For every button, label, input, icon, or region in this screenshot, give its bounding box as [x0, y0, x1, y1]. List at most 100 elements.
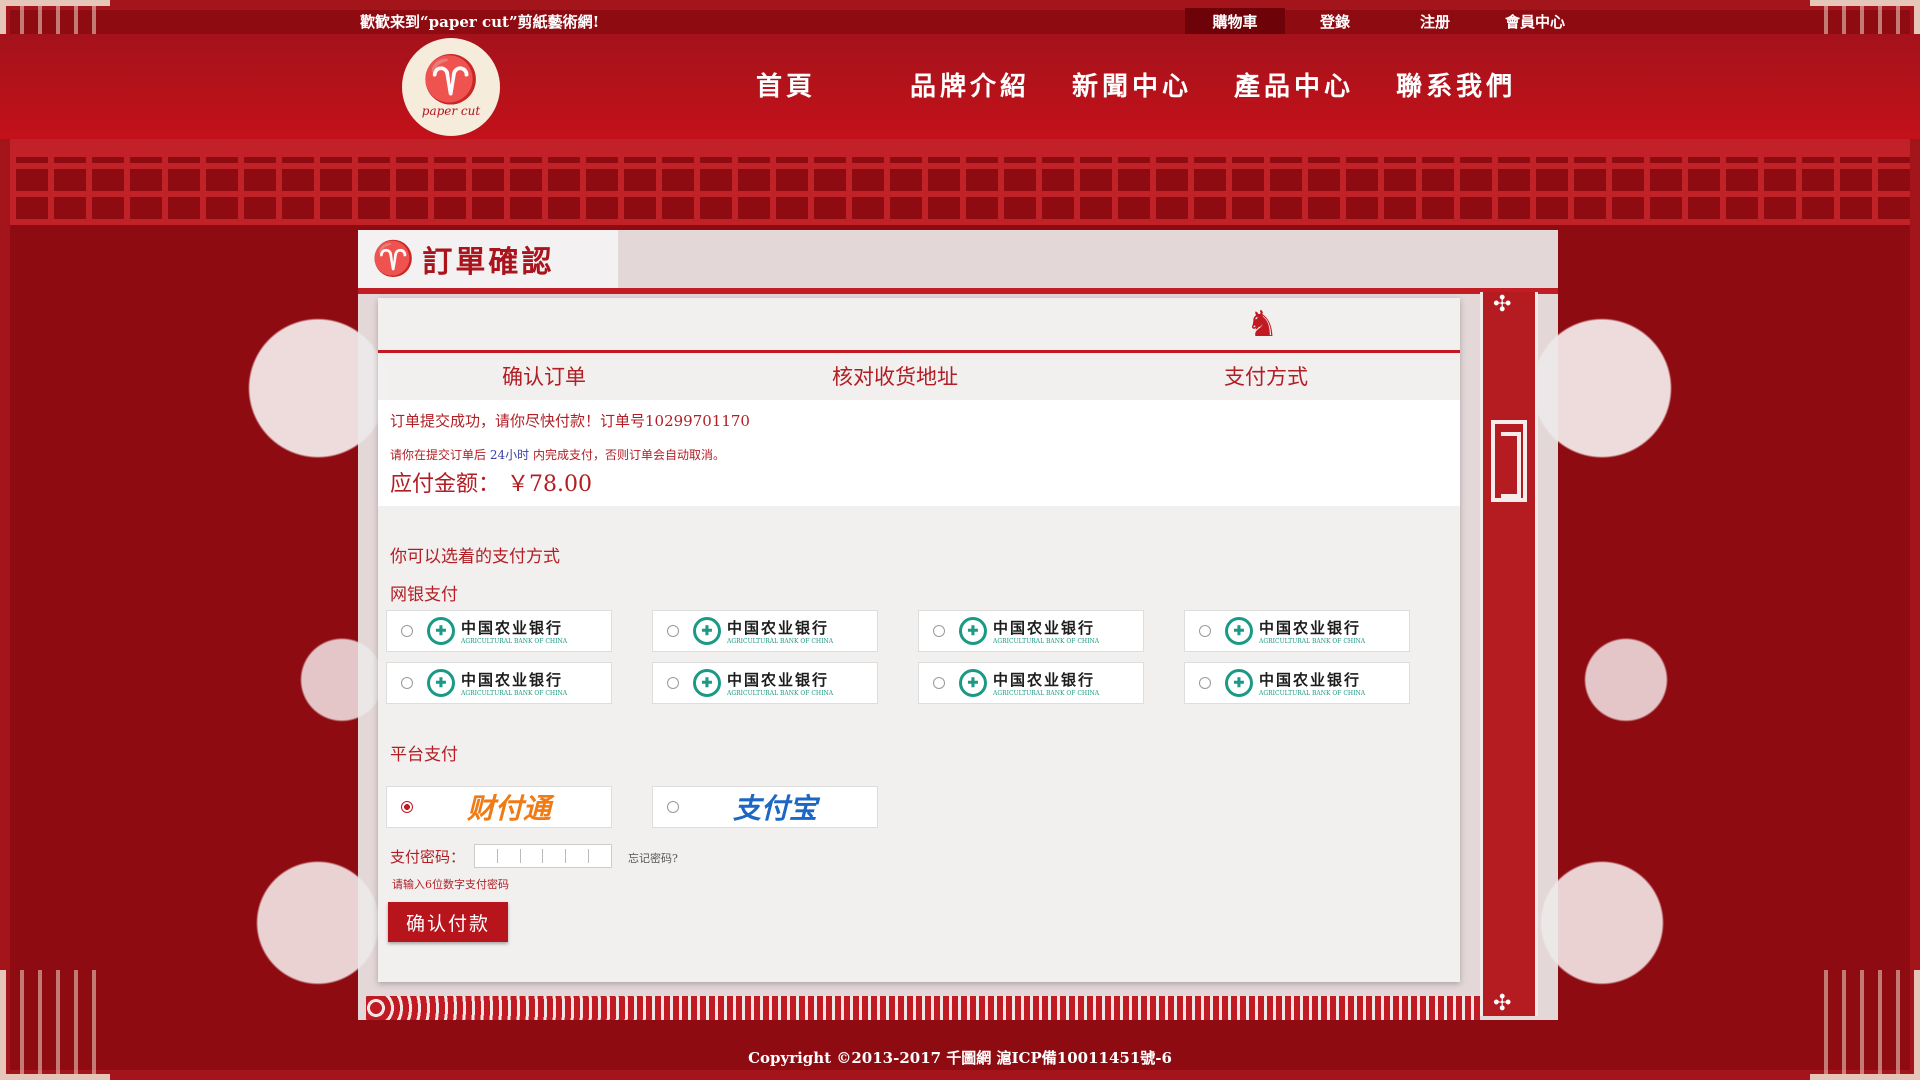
- nav-news[interactable]: 新聞中心: [1072, 66, 1192, 103]
- abc-logo-icon: ✚: [427, 617, 455, 645]
- papercut-goat-icon: ♈: [372, 239, 415, 279]
- abc-logo-icon: ✚: [959, 669, 987, 697]
- tenpay-option[interactable]: 财付通: [386, 786, 612, 828]
- cart-link[interactable]: 購物車: [1185, 8, 1285, 34]
- bank-name-cn: 中国农业银行: [461, 671, 564, 689]
- step-confirm-order: 确认订单: [502, 365, 586, 389]
- payment-deadline-notice: 请你在提交订单后 24小时 内完成支付，否则订单会自动取消。: [390, 446, 725, 463]
- bank-name-cn: 中国农业银行: [993, 671, 1096, 689]
- top-links: 購物車 登錄 注册 會員中心: [1185, 8, 1585, 34]
- abc-bank-logo: ✚ 中国农业银行 AGRICULTURAL BANK OF CHINA: [427, 617, 567, 645]
- password-label: 支付密码：: [390, 848, 466, 866]
- papercut-horse-icon: ♞: [1246, 304, 1279, 345]
- abc-bank-logo: ✚ 中国农业银行 AGRICULTURAL BANK OF CHINA: [1225, 617, 1365, 645]
- notice-hours: 24小时: [489, 448, 530, 462]
- alipay-option[interactable]: 支付宝: [652, 786, 878, 828]
- bank-option[interactable]: ✚ 中国农业银行 AGRICULTURAL BANK OF CHINA: [1184, 610, 1410, 652]
- bank-name-cn: 中国农业银行: [461, 619, 564, 637]
- abc-bank-logo: ✚ 中国农业银行 AGRICULTURAL BANK OF CHINA: [1225, 669, 1365, 697]
- tenpay-logo: 财付通: [467, 792, 552, 825]
- abc-bank-logo: ✚ 中国农业银行 AGRICULTURAL BANK OF CHINA: [959, 617, 1099, 645]
- bank-radio[interactable]: [1199, 625, 1211, 637]
- page-title-text: 訂單確認: [422, 245, 555, 280]
- alipay-logo: 支付宝: [733, 792, 818, 825]
- notice-suffix: 内完成支付，否则订单会自动取消。: [532, 448, 725, 462]
- decorative-pillar: ✣ ✣: [1480, 292, 1538, 1016]
- bank-radio[interactable]: [667, 625, 679, 637]
- platform-pay-label: 平台支付: [390, 745, 458, 765]
- bank-name-en: AGRICULTURAL BANK OF CHINA: [727, 690, 834, 697]
- abc-bank-logo: ✚ 中国农业银行 AGRICULTURAL BANK OF CHINA: [959, 669, 1099, 697]
- panel-rule: [358, 288, 1558, 294]
- abc-logo-icon: ✚: [959, 617, 987, 645]
- bank-name-cn: 中国农业银行: [993, 619, 1096, 637]
- bank-name-en: AGRICULTURAL BANK OF CHINA: [461, 690, 568, 697]
- abc-logo-icon: ✚: [1225, 617, 1253, 645]
- order-content: ♞ 确认订单 核对收货地址 支付方式 订单提交成功，请你尽快付款！订单号1029…: [378, 298, 1460, 982]
- member-center-link[interactable]: 會員中心: [1485, 8, 1585, 34]
- bank-name-en: AGRICULTURAL BANK OF CHINA: [461, 638, 568, 645]
- amount-due: 应付金额： ￥78.00: [390, 466, 592, 498]
- abc-logo-icon: ✚: [693, 617, 721, 645]
- logo-brand-text: paper cut: [421, 104, 481, 118]
- bank-radio[interactable]: [667, 677, 679, 689]
- nav-brand[interactable]: 品牌介紹: [910, 66, 1030, 103]
- login-link[interactable]: 登錄: [1285, 8, 1385, 34]
- bank-name-en: AGRICULTURAL BANK OF CHINA: [993, 638, 1100, 645]
- abc-bank-logo: ✚ 中国农业银行 AGRICULTURAL BANK OF CHINA: [693, 669, 833, 697]
- step-check-address: 核对收货地址: [832, 365, 958, 389]
- bank-radio[interactable]: [933, 625, 945, 637]
- abc-logo-icon: ✚: [693, 669, 721, 697]
- checkout-steps: 确认订单 核对收货地址 支付方式: [378, 358, 1460, 394]
- bank-option[interactable]: ✚ 中国农业银行 AGRICULTURAL BANK OF CHINA: [652, 662, 878, 704]
- bank-radio[interactable]: [401, 677, 413, 689]
- register-link[interactable]: 注册: [1385, 8, 1485, 34]
- password-hint: 请输入6位数字支付密码: [392, 878, 509, 891]
- abc-logo-icon: ✚: [1225, 669, 1253, 697]
- steps-divider: [378, 350, 1460, 353]
- bank-name-en: AGRICULTURAL BANK OF CHINA: [1259, 638, 1366, 645]
- top-bar: 歡歓来到“paper cut”剪紙藝術網! 購物車 登錄 注册 會員中心: [110, 8, 1810, 34]
- bank-name-cn: 中国农业银行: [727, 671, 830, 689]
- main-nav: 首頁 品牌介紹 新聞中心 產品中心 聯系我們: [756, 66, 1516, 103]
- bank-option[interactable]: ✚ 中国农业银行 AGRICULTURAL BANK OF CHINA: [386, 610, 612, 652]
- netbank-label: 网银支付: [390, 585, 458, 605]
- nav-products[interactable]: 產品中心: [1234, 66, 1354, 103]
- abc-logo-icon: ✚: [427, 669, 455, 697]
- order-success-box: 订单提交成功，请你尽快付款！订单号10299701170 请你在提交订单后 24…: [378, 400, 1460, 506]
- knot-icon: ✣: [1493, 292, 1512, 317]
- bank-option[interactable]: ✚ 中国农业银行 AGRICULTURAL BANK OF CHINA: [652, 610, 878, 652]
- tenpay-radio[interactable]: [401, 801, 413, 813]
- bank-option[interactable]: ✚ 中国农业银行 AGRICULTURAL BANK OF CHINA: [386, 662, 612, 704]
- site-logo[interactable]: ♈ paper cut: [402, 38, 500, 136]
- bank-name-en: AGRICULTURAL BANK OF CHINA: [1259, 690, 1366, 697]
- bank-radio[interactable]: [401, 625, 413, 637]
- alipay-radio[interactable]: [667, 801, 679, 813]
- notice-prefix: 请你在提交订单后: [390, 448, 487, 462]
- welcome-text: 歡歓来到“paper cut”剪紙藝術網!: [360, 12, 600, 31]
- success-message: 订单提交成功，请你尽快付款！订单号10299701170: [390, 412, 750, 430]
- abc-bank-logo: ✚ 中国农业银行 AGRICULTURAL BANK OF CHINA: [427, 669, 567, 697]
- bank-name-en: AGRICULTURAL BANK OF CHINA: [727, 638, 834, 645]
- knot-icon: ✣: [1493, 991, 1512, 1016]
- bank-option[interactable]: ✚ 中国农业银行 AGRICULTURAL BANK OF CHINA: [1184, 662, 1410, 704]
- nav-home[interactable]: 首頁: [756, 66, 816, 103]
- bank-name-en: AGRICULTURAL BANK OF CHINA: [993, 690, 1100, 697]
- forgot-password-link[interactable]: 忘记密码?: [628, 850, 678, 866]
- confirm-payment-button[interactable]: 确认付款: [388, 902, 508, 942]
- papercut-goat-icon: ♈: [422, 52, 480, 106]
- bank-name-cn: 中国农业银行: [1259, 619, 1362, 637]
- step-payment: 支付方式: [1224, 365, 1308, 389]
- nav-contact[interactable]: 聯系我們: [1396, 66, 1516, 103]
- bank-radio[interactable]: [1199, 677, 1211, 689]
- lace-border: [366, 996, 1480, 1020]
- footer-copyright: Copyright ©2013-2017 千圖網 滬ICP備10011451號-…: [748, 1048, 1172, 1067]
- bank-radio[interactable]: [933, 677, 945, 689]
- amount-label: 应付金额：: [390, 472, 501, 497]
- bank-option[interactable]: ✚ 中国农业银行 AGRICULTURAL BANK OF CHINA: [918, 662, 1144, 704]
- abc-bank-logo: ✚ 中国农业银行 AGRICULTURAL BANK OF CHINA: [693, 617, 833, 645]
- bank-option[interactable]: ✚ 中国农业银行 AGRICULTURAL BANK OF CHINA: [918, 610, 1144, 652]
- bank-name-cn: 中国农业银行: [727, 619, 830, 637]
- pay-password-input[interactable]: [474, 844, 612, 868]
- fret-band: [10, 139, 1910, 157]
